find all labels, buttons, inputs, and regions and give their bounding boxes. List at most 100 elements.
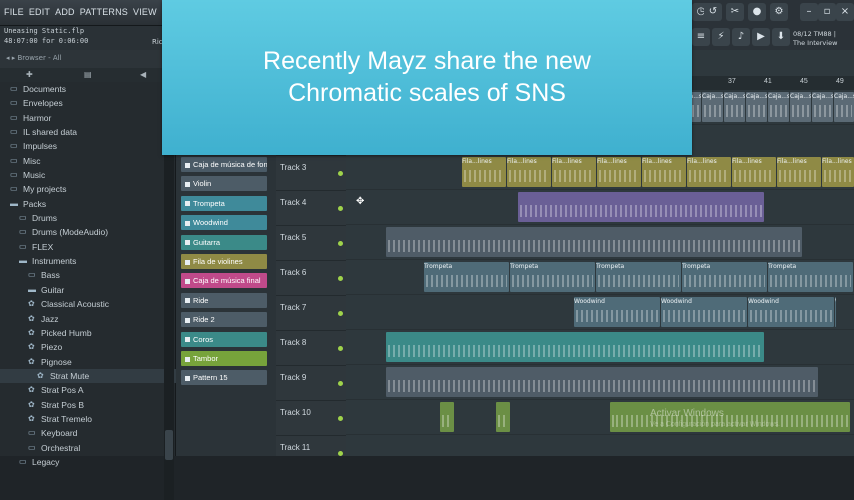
- menu-item-edit[interactable]: EDIT: [29, 7, 50, 17]
- pattern-clip[interactable]: Fila...lines: [507, 157, 551, 187]
- track-led-icon[interactable]: [338, 206, 343, 211]
- track-led-icon[interactable]: [338, 171, 343, 176]
- pattern-clip[interactable]: Woodwind: [574, 297, 660, 327]
- playlist-lane[interactable]: [346, 365, 854, 400]
- playlist-icon[interactable]: ≡: [692, 28, 710, 46]
- file-icon[interactable]: ▤: [84, 70, 92, 79]
- pattern-clip[interactable]: Woodwind: [661, 297, 747, 327]
- browser-scrollbar[interactable]: [164, 110, 174, 500]
- channel-button[interactable]: Ride 2: [181, 312, 267, 328]
- arrow-left-icon[interactable]: ◂ ▸: [6, 54, 17, 62]
- playlist-lane[interactable]: Fila...lines Fila...lines Fila...lines Fila…: [346, 155, 854, 190]
- playlist-lane[interactable]: Trompeta Trompeta Trompeta Trompeta Trompeta: [346, 260, 854, 295]
- pattern-clip[interactable]: Trompeta: [596, 262, 681, 292]
- channel-button[interactable]: Fila de violines: [181, 254, 267, 269]
- track-header[interactable]: Track 6: [276, 260, 346, 295]
- cut-icon[interactable]: ✂: [726, 3, 744, 21]
- tree-item[interactable]: ▭ Keyboard: [0, 426, 176, 440]
- track-header[interactable]: Track 10: [276, 400, 346, 435]
- track-header[interactable]: Track 4: [276, 190, 346, 225]
- tree-item[interactable]: ✿ Strat Tremelo: [0, 412, 176, 426]
- channel-button[interactable]: Trompeta: [181, 195, 267, 211]
- channel-button[interactable]: Pattern 15: [181, 370, 267, 386]
- tree-item[interactable]: ▭ Impulses: [0, 139, 176, 153]
- pattern-clip[interactable]: [386, 227, 802, 257]
- pattern-clip[interactable]: Caja...sica: [768, 92, 789, 122]
- pattern-clip[interactable]: Caja...sica: [724, 92, 745, 122]
- tree-item[interactable]: ✿ Picked Humb: [0, 326, 176, 340]
- track-header[interactable]: Track 3: [276, 155, 346, 190]
- pattern-clip[interactable]: Fila...lines: [642, 157, 686, 187]
- restore-icon[interactable]: ▫: [818, 3, 836, 21]
- playlist-lane[interactable]: WoodwindWoodwindWoodwindWoodwind: [346, 295, 854, 330]
- tree-item[interactable]: ▭ Bass: [0, 268, 176, 282]
- pattern-clip[interactable]: Trompeta: [682, 262, 767, 292]
- pattern-clip[interactable]: Trompeta: [424, 262, 509, 292]
- tree-item[interactable]: ▭ FLEX: [0, 240, 176, 254]
- channel-button[interactable]: Coros: [181, 331, 267, 347]
- channel-button[interactable]: Ride: [181, 292, 267, 308]
- pattern-clip[interactable]: Caja...sica: [834, 92, 854, 122]
- channel-button[interactable]: Violin: [181, 176, 267, 192]
- plus-icon[interactable]: ✚: [26, 70, 33, 79]
- tree-item[interactable]: ▭ Misc: [0, 154, 176, 168]
- tree-item[interactable]: ✿ Classical Acoustic: [0, 297, 176, 311]
- tree-item[interactable]: ✿ Strat Pos A: [0, 383, 176, 397]
- tree-item[interactable]: ▭ Documents: [0, 82, 176, 96]
- export-icon[interactable]: ▶: [752, 28, 770, 46]
- tree-item[interactable]: ▭ Drums: [0, 211, 176, 225]
- minimize-icon[interactable]: –: [800, 3, 818, 21]
- channel-button[interactable]: Woodwind: [181, 215, 267, 231]
- pattern-clip[interactable]: Fila...lines: [462, 157, 506, 187]
- tree-item[interactable]: ▬ Packs: [0, 197, 176, 211]
- tree-item[interactable]: ▭ Orchestral: [0, 441, 176, 455]
- pattern-clip[interactable]: Fila...lines: [822, 157, 854, 187]
- tree-item[interactable]: ▭ IL shared data: [0, 125, 176, 139]
- pattern-clip[interactable]: Fila...lines: [777, 157, 821, 187]
- close-icon[interactable]: ×: [836, 3, 854, 21]
- track-header[interactable]: Track 7: [276, 295, 346, 330]
- pattern-clip[interactable]: Caja...sica: [790, 92, 811, 122]
- tree-item[interactable]: ▭ Music: [0, 168, 176, 182]
- tree-item[interactable]: ✿ Piezo: [0, 340, 176, 354]
- pattern-clip[interactable]: [518, 192, 764, 222]
- pattern-clip[interactable]: Woodwind: [748, 297, 834, 327]
- cpu-icon[interactable]: ⚙: [770, 3, 788, 21]
- pattern-clip[interactable]: [440, 402, 454, 432]
- menu-item-patterns[interactable]: PATTERNS: [80, 7, 128, 17]
- track-led-icon[interactable]: [338, 346, 343, 351]
- track-led-icon[interactable]: [338, 381, 343, 386]
- pattern-clip[interactable]: Trompeta: [768, 262, 853, 292]
- tree-item[interactable]: ▭ Envelopes: [0, 96, 176, 110]
- pattern-clip[interactable]: [386, 332, 764, 362]
- tree-item[interactable]: ▬ Guitar: [0, 283, 176, 297]
- track-led-icon[interactable]: [338, 311, 343, 316]
- plugin-icon[interactable]: ⚡: [712, 28, 730, 46]
- news-hint[interactable]: 08/12 TM88 | The Interview: [793, 30, 837, 48]
- track-led-icon[interactable]: [338, 416, 343, 421]
- track-header[interactable]: Track 5: [276, 225, 346, 260]
- track-header[interactable]: Track 8: [276, 330, 346, 365]
- tree-item[interactable]: ▭ Drums (ModeAudio): [0, 225, 176, 239]
- browser-header[interactable]: ◂ ▸ Browser - All: [0, 50, 175, 68]
- undo-icon[interactable]: ↺: [704, 3, 722, 21]
- channel-button[interactable]: Tambor: [181, 351, 267, 366]
- playlist-lane[interactable]: [346, 330, 854, 365]
- tree-item[interactable]: ✿ Strat Mute: [0, 368, 176, 384]
- track-led-icon[interactable]: [338, 276, 343, 281]
- pattern-clip[interactable]: Fila...lines: [552, 157, 596, 187]
- pattern-clip[interactable]: Trompeta: [510, 262, 595, 292]
- playlist-lane[interactable]: [346, 190, 854, 225]
- tree-item[interactable]: ▭ My projects: [0, 182, 176, 196]
- instrument-icon[interactable]: ♪: [732, 28, 750, 46]
- pattern-clip[interactable]: Caja...sica: [812, 92, 833, 122]
- tree-item[interactable]: ✿ Strat Pos B: [0, 398, 176, 412]
- tree-item[interactable]: ▭ Legacy: [0, 455, 176, 469]
- channel-button[interactable]: Caja de música de fondo: [181, 157, 267, 172]
- download-icon[interactable]: ⬇: [772, 28, 790, 46]
- track-header[interactable]: Track 11: [276, 435, 346, 470]
- pattern-clip[interactable]: Fila...lines: [597, 157, 641, 187]
- channel-button[interactable]: Caja de música final: [181, 273, 267, 289]
- track-led-icon[interactable]: [338, 241, 343, 246]
- track-header[interactable]: Track 9: [276, 365, 346, 400]
